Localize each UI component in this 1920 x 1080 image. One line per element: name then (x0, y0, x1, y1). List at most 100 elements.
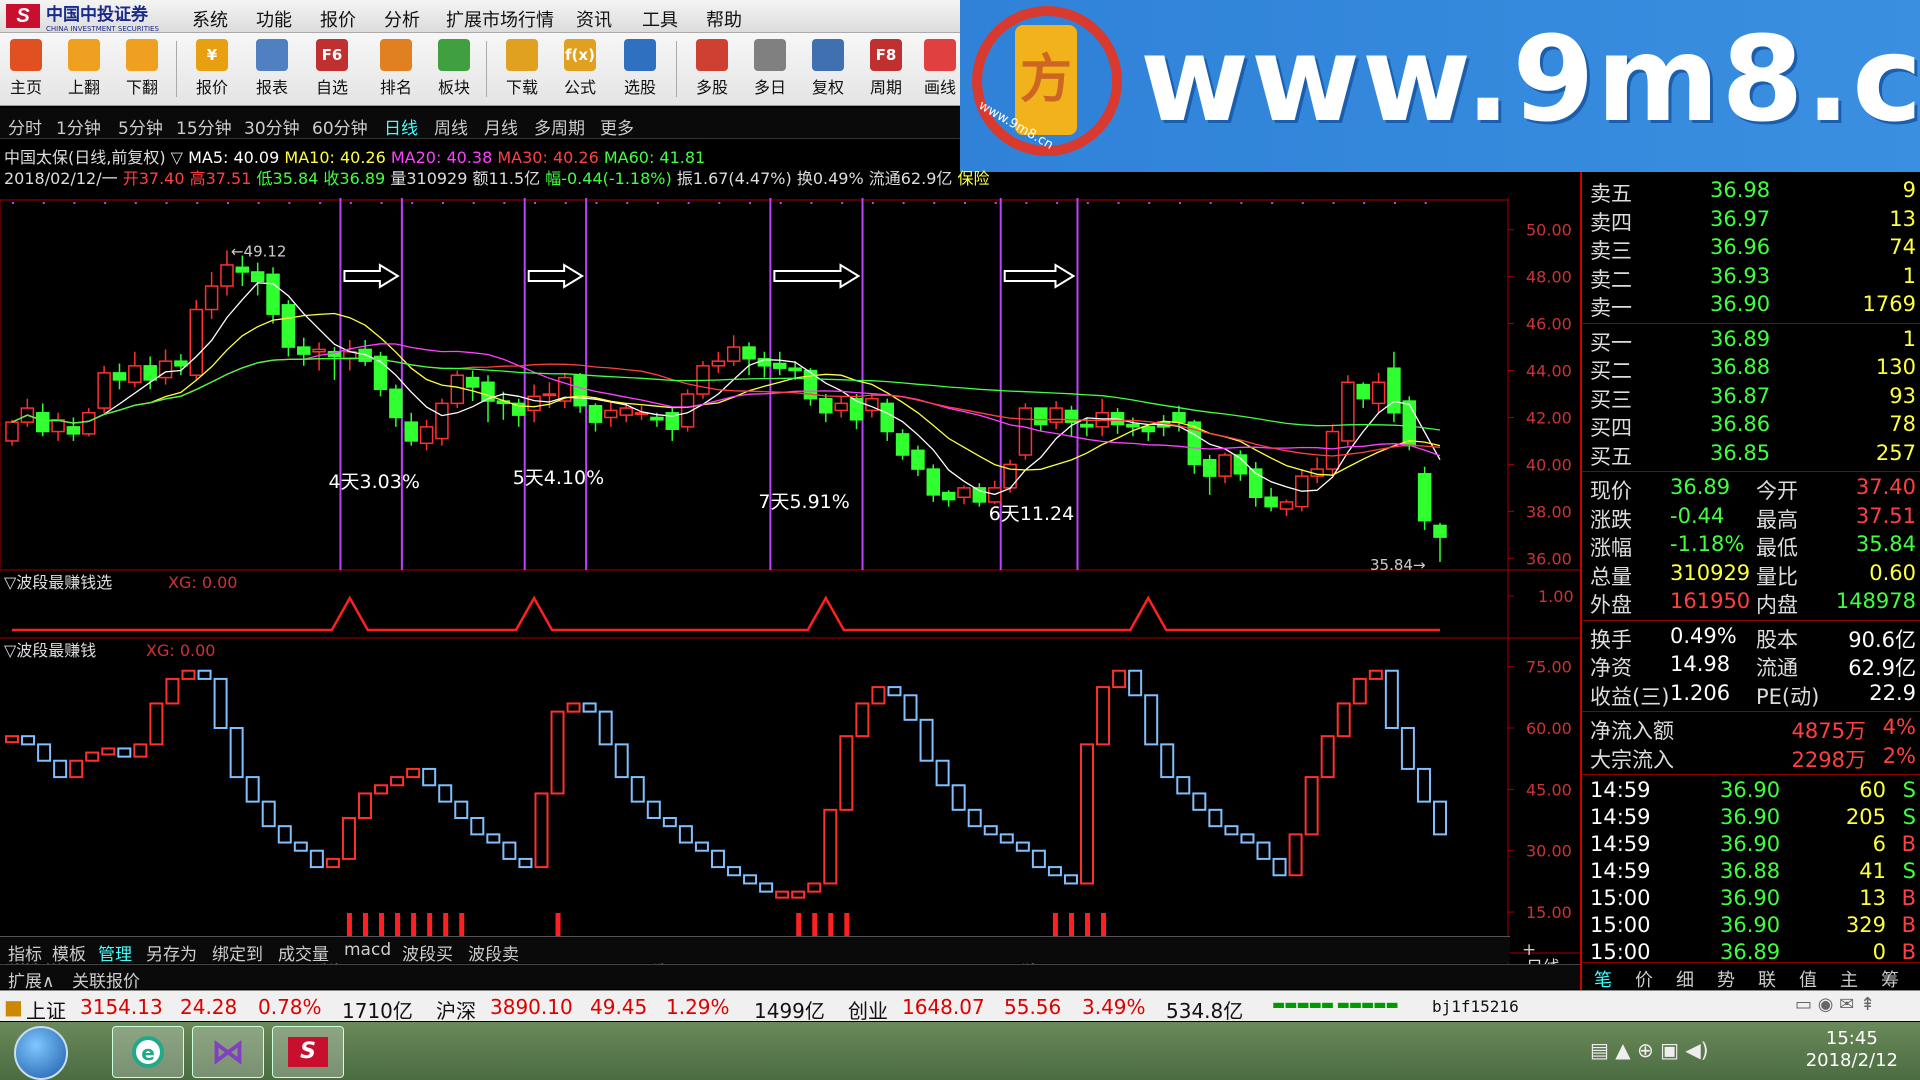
tick-side: S (1902, 805, 1916, 829)
menu-item-2[interactable]: 报价 (320, 6, 356, 32)
marker-dot (656, 202, 659, 204)
osc-box (1256, 841, 1271, 860)
taskbar-stock-app-icon[interactable]: S (272, 1026, 344, 1078)
panel-tab-5[interactable]: 值 (1799, 966, 1817, 992)
marker-dot (1086, 202, 1089, 204)
panel-tab-4[interactable]: 联 (1758, 966, 1776, 992)
candle-body (1433, 524, 1447, 538)
market-breadth-icon: ▬▬▬▬▬ ▬▬▬▬▬ (1272, 997, 1399, 1013)
toolbar-button-9[interactable]: f(x) 公式 (554, 37, 606, 101)
marker-dot (994, 202, 997, 204)
menu-item-3[interactable]: 分析 (384, 6, 420, 32)
period-tab-8[interactable]: 月线 (484, 114, 518, 139)
multi-stock-icon (696, 39, 728, 71)
cy-percent: 3.49% (1082, 995, 1146, 1019)
tray-area-icons[interactable]: ▤ ▲ ⊕ ▣ ◀) (1590, 1038, 1709, 1062)
candle-body (266, 273, 280, 315)
indicator-tab-5[interactable]: 成交量 (278, 940, 329, 965)
stat-value: 0.60 (1869, 560, 1916, 585)
period-tab-2[interactable]: 5分钟 (118, 114, 163, 139)
tick-volume: 41 (1859, 859, 1886, 883)
osc-box (261, 800, 276, 828)
menu-item-4[interactable]: 扩展市场行情 (446, 6, 554, 32)
panel-tab-6[interactable]: 主 (1840, 966, 1858, 992)
period-tab-3[interactable]: 15分钟 (176, 114, 232, 139)
stat-value: 37.51 (1855, 503, 1916, 528)
sell-level-label: 卖二 (1590, 267, 1632, 292)
indicator-tab-6[interactable]: macd (344, 940, 391, 960)
toolbar-button-15[interactable]: 画线 (914, 37, 966, 101)
indicator-tab-4[interactable]: 绑定到 (212, 940, 263, 965)
marker-dot (933, 202, 936, 204)
toolbar-button-11[interactable]: 多股 (686, 37, 738, 101)
taskbar-ie-icon[interactable]: e (112, 1026, 184, 1078)
tick-row: 14:59 36.90 6 B (1590, 832, 1920, 860)
start-button[interactable] (14, 1026, 68, 1080)
menu-item-7[interactable]: 帮助 (706, 6, 742, 32)
main-chart[interactable]: 50.00 48.00 46.00 44.00 42.00 40.00 38.00 36.00… (0, 158, 1580, 1018)
panel-tab-3[interactable]: 势 (1717, 966, 1735, 992)
toolbar-button-7[interactable]: 板块 (428, 37, 480, 101)
period-tab-9[interactable]: 多周期 (534, 114, 585, 139)
clock-icon (754, 39, 786, 71)
candle-body (1264, 496, 1278, 508)
period-tab-10[interactable]: 更多 (600, 114, 634, 139)
toolbar-button-4[interactable]: 报表 (246, 37, 298, 101)
panel-tab-0[interactable]: 笔 (1594, 966, 1612, 992)
stat-label: 今开 (1756, 479, 1798, 503)
sell-volume: 1769 (1862, 292, 1916, 316)
period-tab-6[interactable]: 日线 (384, 114, 418, 139)
toolbar-label: 排名 (379, 78, 412, 97)
cy-value: 1648.07 (902, 995, 985, 1019)
y-tick-label: 40.00 (1526, 455, 1572, 474)
indicator-tab-3[interactable]: 另存为 (146, 940, 197, 965)
menu-item-5[interactable]: 资讯 (576, 6, 612, 32)
taskbar-vs-icon[interactable]: ⋈ (192, 1026, 264, 1078)
period-tab-7[interactable]: 周线 (434, 114, 468, 139)
indicator-tab-1[interactable]: 模板 (52, 940, 86, 965)
tray-icons[interactable]: ▭ ◉ ✉ ⇞ (1795, 994, 1875, 1015)
indicator-tab-2[interactable]: 管理 (98, 940, 132, 965)
toolbar-button-8[interactable]: 下载 (496, 37, 548, 101)
panel-divider (1582, 774, 1920, 775)
osc-box (1320, 735, 1335, 779)
flow-row: 净流入额 4875万 4% (1590, 715, 1920, 743)
toolbar-button-10[interactable]: 选股 (614, 37, 666, 101)
menu-item-6[interactable]: 工具 (642, 6, 678, 32)
period-tab-1[interactable]: 1分钟 (56, 114, 101, 139)
menu-item-0[interactable]: 系统 (192, 6, 228, 32)
candle-body (1417, 473, 1432, 522)
toolbar-button-3[interactable]: ¥ 报价 (186, 37, 238, 101)
sell-volume: 9 (1902, 178, 1916, 202)
toolbar-button-13[interactable]: 复权 (802, 37, 854, 101)
osc-box (550, 710, 565, 795)
panel-tab-7[interactable]: 筹 (1881, 966, 1899, 992)
toolbar-button-0[interactable]: 主页 (0, 37, 52, 101)
panel-tab-2[interactable]: 细 (1676, 966, 1694, 992)
expand-tab-1[interactable]: 关联报价 (72, 967, 140, 992)
toolbar-button-6[interactable]: 排名 (370, 37, 422, 101)
indicator-tab-8[interactable]: 波段卖 (468, 940, 519, 965)
indicator-tab-7[interactable]: 波段买 (402, 940, 453, 965)
candle-body (834, 402, 848, 412)
panel-tab-1[interactable]: 价 (1635, 966, 1653, 992)
expand-tab-0[interactable]: 扩展∧ (8, 967, 54, 992)
toolbar-button-2[interactable]: 下翻 (116, 37, 168, 101)
osc-box (1031, 849, 1046, 869)
period-tab-0[interactable]: 分时 (8, 114, 42, 139)
indicator-tab-0[interactable]: 指标 (8, 940, 42, 965)
osc-box (646, 800, 661, 819)
toolbar-button-14[interactable]: F8 周期 (860, 37, 912, 101)
toolbar-button-5[interactable]: F6 自选 (306, 37, 358, 101)
toolbar-button-1[interactable]: 上翻 (58, 37, 110, 101)
y-tick-label: 15.00 (1526, 903, 1572, 922)
toolbar-button-12[interactable]: 多日 (744, 37, 796, 101)
menu-item-1[interactable]: 功能 (256, 6, 292, 32)
clock[interactable]: 15:45 2018/2/12 (1806, 1028, 1898, 1072)
toolbar-label: 选股 (623, 78, 656, 97)
osc-box (229, 727, 244, 779)
period-tab-5[interactable]: 60分钟 (312, 114, 368, 139)
period-tab-4[interactable]: 30分钟 (244, 114, 300, 139)
tick-price: 36.90 (1720, 778, 1781, 802)
download-icon (506, 39, 538, 71)
